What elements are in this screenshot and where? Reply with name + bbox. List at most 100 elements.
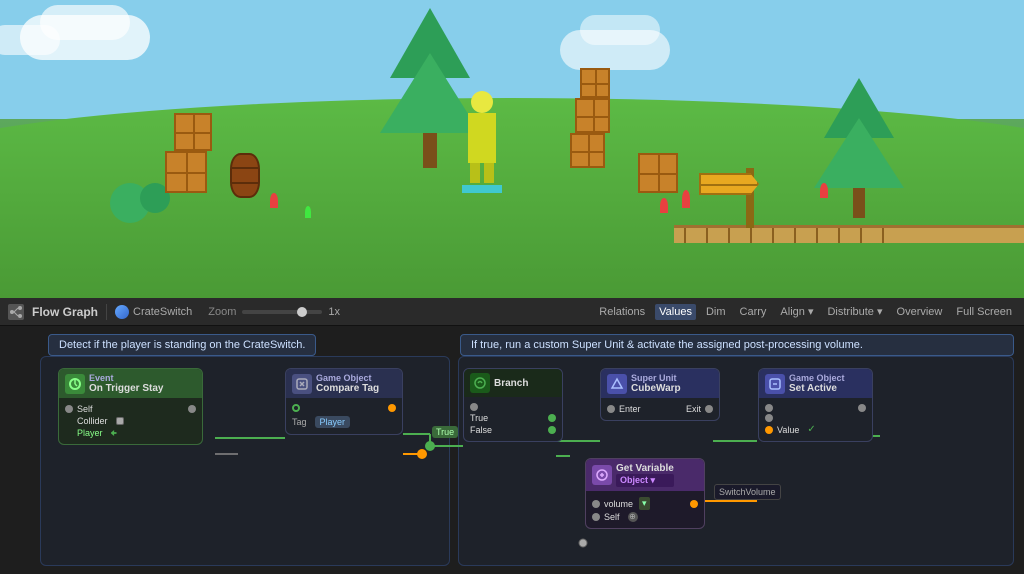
breadcrumb-text: CrateSwitch — [133, 306, 192, 318]
super-unit-body: Enter Exit — [601, 398, 719, 420]
character — [462, 91, 502, 193]
port-ct-orange — [388, 404, 396, 412]
crate-2 — [174, 113, 212, 151]
collider-label: Collider — [77, 416, 108, 426]
tag-value: Player — [315, 416, 351, 428]
port-sa-obj — [765, 414, 773, 422]
align-button[interactable]: Align ▾ — [776, 303, 817, 320]
on-trigger-node[interactable]: Event On Trigger Stay Self Collider Play… — [58, 368, 203, 445]
true-badge: True — [432, 426, 458, 438]
zoom-label: Zoom — [208, 306, 236, 318]
super-unit-label1: Super Unit — [631, 373, 681, 383]
port-self-left — [65, 405, 73, 413]
zoom-value: 1x — [328, 306, 340, 318]
values-button[interactable]: Values — [655, 304, 696, 320]
zoom-handle[interactable] — [297, 307, 307, 317]
port-exit-right — [705, 405, 713, 413]
super-unit-header: Super Unit CubeWarp — [601, 369, 719, 398]
sign-post — [746, 168, 754, 228]
carry-button[interactable]: Carry — [736, 304, 771, 320]
distribute-button[interactable]: Distribute ▾ — [823, 303, 886, 320]
barrel — [230, 153, 260, 198]
port-gv-out — [690, 500, 698, 508]
port-sa-in — [765, 404, 773, 412]
compare-tag-label1: Game Object — [316, 373, 379, 383]
port-enter-left — [607, 405, 615, 413]
set-active-icon — [765, 374, 785, 394]
self-label: Self — [77, 404, 93, 414]
breadcrumb-icon — [115, 305, 129, 319]
compare-tag-icon — [292, 374, 312, 394]
branch-body: True False — [464, 397, 562, 441]
overview-button[interactable]: Overview — [893, 304, 947, 320]
dim-button[interactable]: Dim — [702, 304, 730, 320]
branch-node[interactable]: Branch True False — [463, 368, 563, 442]
bridge-main — [674, 225, 1024, 243]
exit-label: Exit — [686, 404, 701, 414]
crate-6 — [638, 153, 678, 193]
cloud-5 — [580, 15, 660, 45]
enter-label: Enter — [619, 404, 641, 414]
super-unit-icon — [607, 374, 627, 394]
flow-graph-icon — [8, 304, 24, 320]
toolbar: Flow Graph CrateSwitch Zoom 1x Relations… — [0, 298, 1024, 326]
branch-label: Branch — [494, 378, 528, 389]
super-unit-node[interactable]: Super Unit CubeWarp Enter Exit — [600, 368, 720, 421]
port-ct-left — [292, 404, 300, 412]
super-unit-label2: CubeWarp — [631, 383, 681, 394]
relations-button[interactable]: Relations — [595, 304, 649, 320]
port-gv-left — [592, 500, 600, 508]
get-variable-icon — [592, 465, 612, 485]
crate-3 — [570, 133, 605, 168]
toolbar-title: Flow Graph — [32, 305, 98, 319]
get-variable-body: volume ▾ Self ⊕ — [586, 491, 704, 528]
get-variable-node[interactable]: Get Variable Object ▾ volume ▾ Self ⊕ — [585, 458, 705, 529]
crate-1 — [165, 151, 207, 193]
set-active-label2: Set Active — [789, 383, 845, 394]
port-value — [765, 426, 773, 434]
set-active-label1: Game Object — [789, 373, 845, 383]
set-active-body: Value ✓ — [759, 398, 872, 441]
on-trigger-sub: Event — [89, 373, 163, 383]
flow-area: Detect if the player is standing on the … — [0, 326, 1024, 574]
port-false — [548, 426, 556, 434]
game-viewport — [0, 0, 1024, 298]
branch-header: Branch — [464, 369, 562, 397]
compare-tag-label2: Compare Tag — [316, 383, 379, 394]
zoom-control: Zoom 1x — [208, 306, 340, 318]
on-trigger-icon — [65, 374, 85, 394]
set-active-node[interactable]: Game Object Set Active Value ✓ — [758, 368, 873, 442]
left-description: Detect if the player is standing on the … — [48, 334, 316, 356]
player-label: Player — [77, 428, 103, 438]
volume-dropdown[interactable]: ▾ — [639, 497, 650, 510]
toolbar-separator — [106, 304, 107, 320]
crate-4 — [575, 98, 610, 133]
gv-self-label: Self — [604, 512, 620, 522]
get-variable-label: Get Variable — [616, 463, 674, 474]
compare-tag-node[interactable]: Game Object Compare Tag Tag Player — [285, 368, 403, 435]
compare-tag-header: Game Object Compare Tag — [286, 369, 402, 398]
flow-graph-panel: Flow Graph CrateSwitch Zoom 1x Relations… — [0, 298, 1024, 574]
port-branch-in — [470, 403, 478, 411]
on-trigger-label: On Trigger Stay — [89, 383, 163, 394]
volume-label: volume — [604, 499, 633, 509]
flower-2 — [660, 198, 668, 213]
port-gv-self-icon: ⊕ — [628, 512, 638, 522]
port-gv-self-left — [592, 513, 600, 521]
crate-5 — [580, 68, 610, 98]
branch-false-label: False — [470, 425, 492, 435]
set-active-header: Game Object Set Active — [759, 369, 872, 398]
tag-label: Tag — [292, 417, 307, 427]
value-check: ✓ — [807, 424, 815, 435]
flower-1 — [270, 193, 278, 208]
zoom-slider[interactable] — [242, 310, 322, 314]
port-self-right — [188, 405, 196, 413]
on-trigger-header: Event On Trigger Stay — [59, 369, 202, 398]
fullscreen-button[interactable]: Full Screen — [952, 304, 1016, 320]
switch-volume-label: SwitchVolume — [714, 484, 781, 500]
port-collider — [116, 417, 124, 425]
value-label: Value — [777, 425, 799, 435]
branch-true-label: True — [470, 413, 488, 423]
grass-1 — [305, 206, 311, 218]
cloud-3 — [0, 25, 60, 55]
